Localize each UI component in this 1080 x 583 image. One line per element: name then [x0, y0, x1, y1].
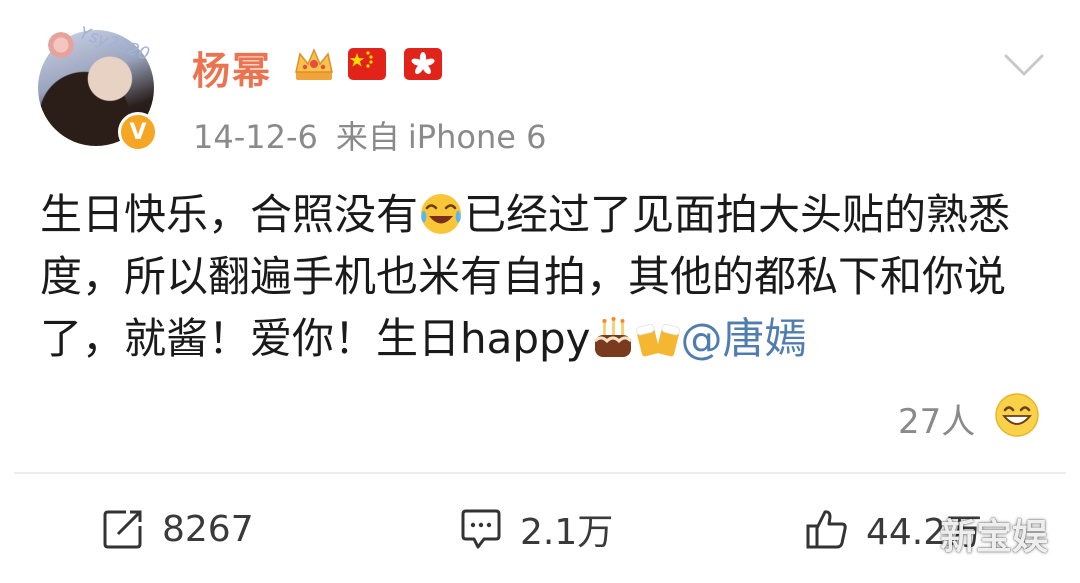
- comment-button[interactable]: 2.1万: [458, 504, 613, 554]
- chevron-down-icon[interactable]: [1002, 48, 1046, 82]
- divider: [14, 472, 1066, 474]
- repost-count: 8267: [162, 508, 254, 550]
- thumbs-up-icon: [806, 510, 847, 549]
- beer-cheers-emoji-icon: [635, 323, 680, 357]
- post-meta: 14-12-6 来自 iPhone 6: [193, 112, 546, 158]
- watermark: 新宝娱: [940, 517, 1049, 558]
- verified-badge-icon: V: [118, 112, 158, 152]
- post-content: 生日快乐，合照没有 已经过了见面拍大头贴的熟悉度，所以翻遍手机也米有自拍，其他的…: [40, 184, 1050, 370]
- post-text-part1: 生日快乐，合照没有: [40, 190, 419, 239]
- hong-kong-flag-icon: [404, 48, 442, 80]
- repost-icon: [103, 510, 142, 549]
- reaction-count[interactable]: 27人: [898, 394, 975, 443]
- crown-icon: [295, 48, 333, 80]
- comment-icon: [461, 509, 501, 549]
- source-device: iPhone 6: [407, 118, 547, 156]
- avatar-flower-icon: [46, 30, 76, 60]
- author-name[interactable]: 杨幂: [192, 40, 272, 95]
- post-date: 14-12-6: [193, 118, 318, 156]
- birthday-cake-emoji-icon: [593, 317, 632, 357]
- repost-button[interactable]: 8267: [100, 504, 254, 554]
- tears-of-joy-emoji-icon: [421, 194, 462, 234]
- china-flag-icon: [348, 48, 386, 80]
- source-prefix: 来自: [335, 118, 400, 156]
- comment-count: 2.1万: [520, 512, 614, 553]
- mention-link[interactable]: @唐嫣: [681, 314, 807, 363]
- laugh-emoji-icon[interactable]: [994, 392, 1040, 438]
- verified-badge-letter: V: [129, 119, 147, 145]
